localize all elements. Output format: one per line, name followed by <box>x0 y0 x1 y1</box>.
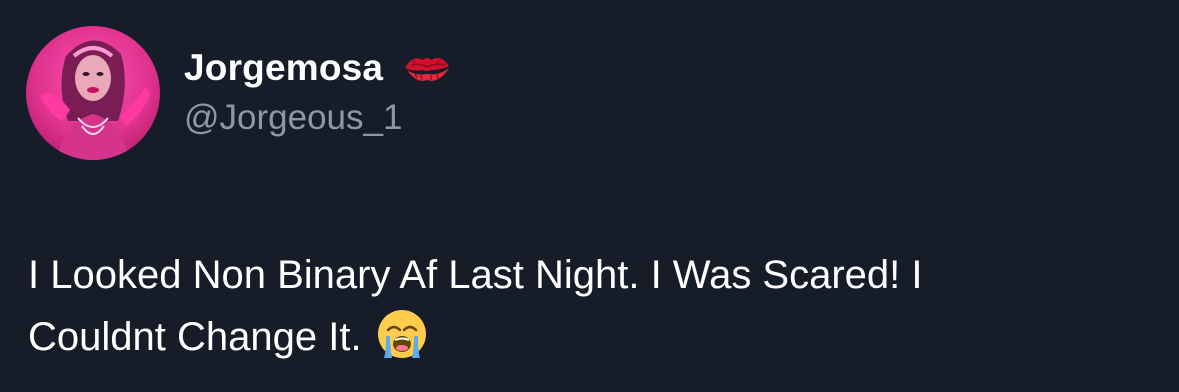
tweet-card: Jorgemosa @Jorgeous_1 I Looked Non Binar… <box>0 0 1179 392</box>
name-row: Jorgemosa <box>184 44 453 92</box>
display-name[interactable]: Jorgemosa <box>184 47 383 89</box>
kiss-mark-icon <box>401 50 453 86</box>
tweet-text: I Looked Non Binary Af Last Night. I Was… <box>28 244 1158 368</box>
avatar-image <box>26 26 160 160</box>
loudly-crying-face-icon <box>376 308 428 360</box>
tweet-text-line-2-content: Couldnt Change It. <box>28 315 362 359</box>
avatar[interactable] <box>26 26 160 160</box>
tweet-text-line-2: Couldnt Change It. <box>28 306 1158 368</box>
user-handle[interactable]: @Jorgeous_1 <box>184 98 402 138</box>
tweet-text-line-1: I Looked Non Binary Af Last Night. I Was… <box>28 253 923 297</box>
